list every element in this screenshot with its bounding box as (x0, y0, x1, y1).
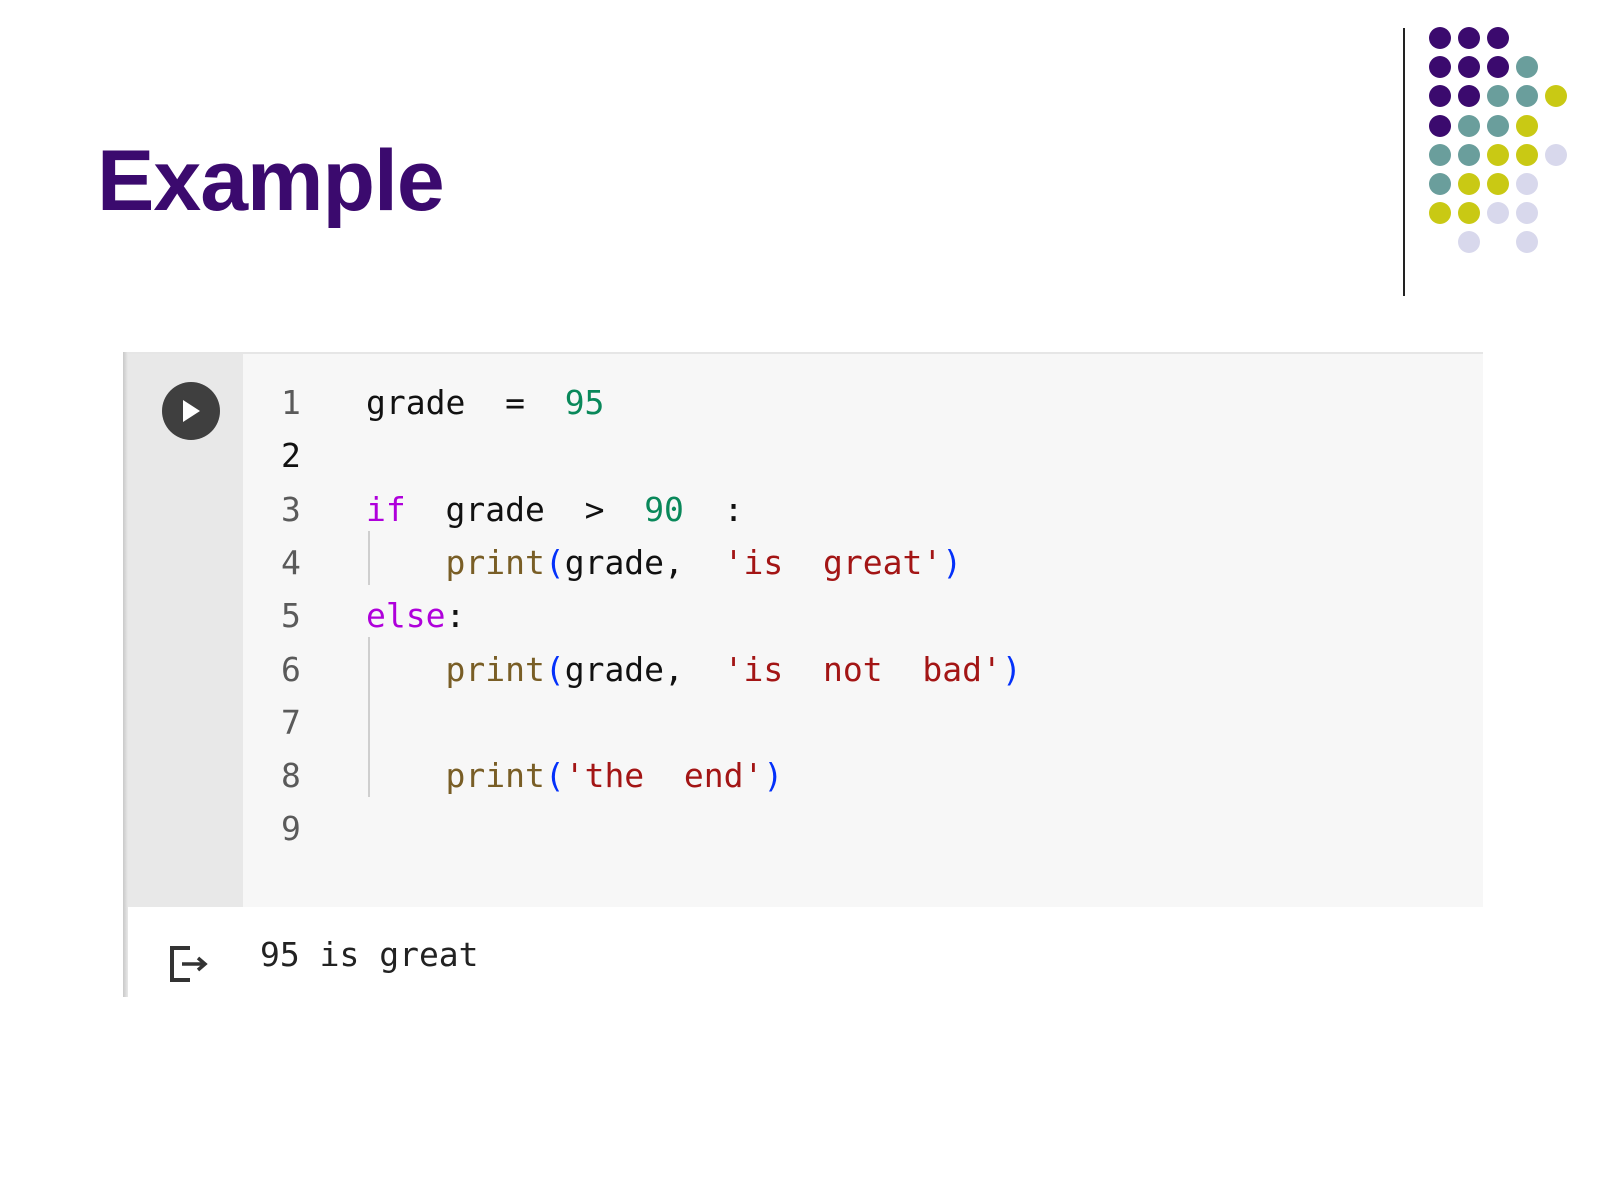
code-token: print (445, 542, 545, 582)
code-token: ) (1001, 649, 1022, 689)
code-line: 2 (243, 429, 1483, 483)
decorative-dot (1458, 202, 1480, 224)
decorative-dot (1487, 85, 1509, 107)
decorative-dot (1487, 27, 1509, 49)
code-token: grade, (564, 542, 724, 582)
line-number: 4 (281, 542, 301, 582)
output-text: 95 is great (260, 935, 479, 974)
code-token: : (445, 596, 466, 636)
code-token: 90 (644, 489, 684, 529)
code-text: print(grade, 'is not bad') (366, 643, 1022, 697)
code-token: print (445, 649, 545, 689)
code-line: 1 grade = 95 (243, 376, 1483, 430)
code-token: : (683, 489, 744, 529)
code-token: ) (763, 756, 784, 796)
cell-output: 95 is great (128, 907, 1483, 997)
decorative-dot (1429, 115, 1451, 137)
code-line: 9 (243, 802, 1483, 856)
decorative-dot (1458, 85, 1480, 107)
code-token: if (366, 489, 406, 529)
code-token: ( (544, 542, 565, 582)
line-number: 9 (281, 809, 301, 849)
code-token: grade (366, 383, 466, 422)
header-divider (1403, 28, 1405, 296)
decorative-dot (1458, 144, 1480, 166)
code-text: if grade > 90 : (366, 483, 744, 537)
code-token: 95 (564, 383, 605, 422)
code-token: print (445, 756, 545, 796)
decorative-dot (1429, 85, 1451, 107)
decorative-dot (1487, 56, 1509, 78)
decorative-dot (1487, 202, 1509, 224)
decorative-dot (1487, 173, 1509, 195)
decorative-dot (1516, 144, 1538, 166)
code-cell: 1 grade = 95 2 3 if grade > 90 :4 print(grad… (123, 352, 1483, 997)
code-text: grade = 95 (366, 376, 604, 430)
decorative-dot (1429, 202, 1451, 224)
code-token: grade, (564, 649, 724, 689)
decorative-dot (1516, 202, 1538, 224)
line-number: 3 (281, 489, 301, 529)
decorative-dot (1487, 144, 1509, 166)
decorative-dot (1458, 173, 1480, 195)
decorative-dot (1545, 144, 1567, 166)
decorative-dot (1516, 56, 1538, 78)
code-text: print('the end') (366, 749, 783, 803)
code-line: 6 print(grade, 'is not bad') (243, 643, 1483, 697)
line-number: 5 (281, 596, 301, 636)
code-token: grade (405, 489, 585, 529)
output-arrow-icon (170, 946, 208, 982)
decorative-dot (1458, 231, 1480, 253)
decorative-dot (1458, 56, 1480, 78)
cell-gutter (128, 354, 243, 907)
decorative-dot (1545, 85, 1567, 107)
code-token: 'the end' (564, 756, 764, 796)
decorative-dot (1516, 85, 1538, 107)
decorative-dot (1516, 231, 1538, 253)
code-text: else: (366, 589, 465, 643)
code-token: 'is great' (723, 542, 943, 582)
line-number: 7 (281, 702, 301, 742)
run-cell-button[interactable] (162, 382, 220, 440)
decorative-dot (1429, 173, 1451, 195)
line-number: 8 (281, 756, 301, 796)
decorative-dot (1429, 144, 1451, 166)
line-number: 2 (281, 436, 301, 476)
cell-left-border (123, 352, 128, 997)
decorative-dot (1458, 115, 1480, 137)
code-token: ( (544, 649, 565, 689)
code-editor[interactable]: 1 grade = 95 2 3 if grade > 90 :4 print(grad… (243, 354, 1483, 907)
code-token: ) (942, 542, 963, 582)
code-token: ( (544, 756, 565, 796)
code-line: 8 print('the end') (243, 749, 1483, 803)
decorative-dot (1429, 56, 1451, 78)
decorative-dot (1487, 115, 1509, 137)
decorative-dot (1516, 115, 1538, 137)
code-token: else (366, 596, 446, 636)
code-text: print(grade, 'is great') (366, 536, 962, 590)
decorative-dot (1516, 173, 1538, 195)
code-token: > (584, 489, 605, 529)
slide-title: Example (97, 133, 445, 229)
code-token: = (465, 383, 565, 422)
play-icon (183, 400, 200, 422)
code-token: 'is not bad' (723, 649, 1002, 689)
code-line: 5 else: (243, 589, 1483, 643)
code-line: 7 (243, 696, 1483, 750)
line-number: 1 (281, 383, 301, 422)
decorative-dot (1458, 27, 1480, 49)
code-line: 3 if grade > 90 : (243, 483, 1483, 537)
decorative-dot (1429, 27, 1451, 49)
code-line: 4 print(grade, 'is great') (243, 536, 1483, 590)
line-number: 6 (281, 649, 301, 689)
